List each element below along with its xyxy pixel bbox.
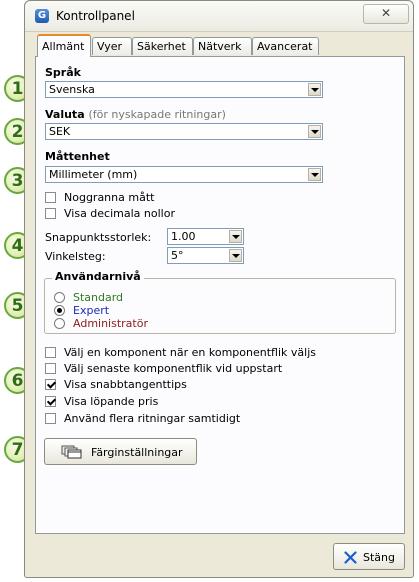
tab-natverk[interactable]: Nätverk bbox=[193, 37, 252, 55]
checkbox-label: Visa löpande pris bbox=[64, 395, 159, 408]
checkbox-label: Visa snabbtangenttips bbox=[64, 378, 187, 391]
unit-label: Måttenhet bbox=[45, 150, 110, 163]
snap-size-select[interactable]: 1.00 bbox=[167, 228, 244, 245]
chevron-down-icon[interactable] bbox=[229, 249, 242, 262]
checkbox-label: Välj senaste komponentflik vid uppstart bbox=[64, 362, 283, 375]
checkbox-label: Välj en komponent när en komponentflik v… bbox=[64, 346, 316, 359]
language-select[interactable]: Svenska bbox=[45, 81, 323, 98]
color-settings-button[interactable]: Färginställningar bbox=[44, 438, 197, 465]
user-level-title: Användarnivå bbox=[52, 270, 144, 283]
x-icon bbox=[344, 551, 357, 564]
language-label: Språk bbox=[45, 66, 81, 79]
tab-sakerhet[interactable]: Säkerhet bbox=[132, 37, 193, 55]
radio-label: Standard bbox=[73, 291, 124, 304]
chevron-down-icon[interactable] bbox=[308, 125, 321, 138]
language-value: Svenska bbox=[49, 83, 95, 96]
unit-select[interactable]: Millimeter (mm) bbox=[45, 166, 323, 183]
palette-windows-icon bbox=[61, 445, 82, 459]
currency-hint: (för nyskapade ritningar) bbox=[88, 108, 226, 121]
checkbox-box[interactable] bbox=[45, 396, 56, 407]
checkbox-label: Använd flera ritningar samtidigt bbox=[64, 412, 241, 425]
currency-value: SEK bbox=[49, 125, 71, 138]
angle-step-value: 5° bbox=[171, 249, 184, 262]
close-dialog-label: Stäng bbox=[363, 551, 395, 564]
radio-circle[interactable] bbox=[54, 318, 65, 329]
radio-circle[interactable] bbox=[54, 292, 65, 303]
checkbox-label: Visa decimala nollor bbox=[64, 207, 175, 220]
window-title: Kontrollpanel bbox=[56, 9, 135, 23]
checkbox-box[interactable] bbox=[45, 208, 56, 219]
currency-select[interactable]: SEK bbox=[45, 123, 323, 140]
checkbox-label: Noggranna mått bbox=[64, 191, 155, 204]
currency-label: Valuta (för nyskapade ritningar) bbox=[45, 108, 226, 121]
title-bar[interactable]: G Kontrollpanel ✕ bbox=[25, 1, 413, 32]
tab-avancerat[interactable]: Avancerat bbox=[252, 37, 319, 55]
radio-label: Administratör bbox=[73, 317, 148, 330]
checkbox-box[interactable] bbox=[45, 379, 56, 390]
checkbox-box[interactable] bbox=[45, 347, 56, 358]
angle-step-label: Vinkelsteg: bbox=[45, 250, 106, 263]
currency-label-text: Valuta bbox=[45, 108, 85, 121]
color-settings-label: Färginställningar bbox=[91, 446, 183, 459]
radio-circle[interactable] bbox=[54, 305, 65, 316]
chevron-down-icon[interactable] bbox=[308, 168, 321, 181]
close-dialog-button[interactable]: Stäng bbox=[333, 543, 405, 570]
app-icon: G bbox=[35, 9, 49, 23]
checkbox-box[interactable] bbox=[45, 363, 56, 374]
snap-size-value: 1.00 bbox=[171, 230, 196, 243]
angle-step-select[interactable]: 5° bbox=[167, 247, 244, 264]
window-close-button[interactable]: ✕ bbox=[363, 4, 409, 24]
chevron-down-icon[interactable] bbox=[308, 83, 321, 96]
chevron-down-icon[interactable] bbox=[229, 230, 242, 243]
close-icon: ✕ bbox=[380, 6, 392, 20]
checkbox-box[interactable] bbox=[45, 192, 56, 203]
tab-allmant[interactable]: Allmänt bbox=[37, 34, 91, 57]
radio-label: Expert bbox=[73, 304, 110, 317]
tab-vyer[interactable]: Vyer bbox=[92, 37, 132, 55]
unit-value: Millimeter (mm) bbox=[49, 168, 138, 181]
snap-size-label: Snappunktsstorlek: bbox=[45, 231, 152, 244]
checkbox-box[interactable] bbox=[45, 413, 56, 424]
